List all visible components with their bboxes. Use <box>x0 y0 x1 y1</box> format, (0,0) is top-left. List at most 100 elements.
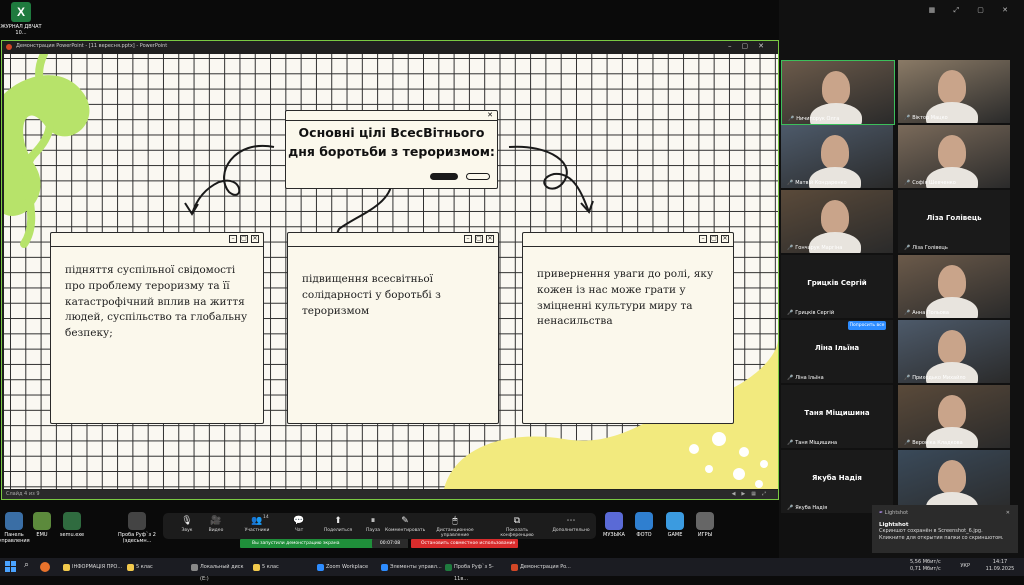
participant-face <box>938 460 966 494</box>
remote-control-icon: 🖱 <box>452 516 458 526</box>
participant-tile[interactable]: 🎤 Анна Польова <box>898 255 1010 318</box>
goal-card-text: підвищення всесвітньої солідарності у бо… <box>302 273 441 317</box>
participant-video <box>898 320 1010 383</box>
excel-shortcut[interactable]: X ЖУРНАЛ ДВЧАТ 10... <box>0 2 42 36</box>
shortcut-icon <box>635 512 653 530</box>
participant-video <box>898 125 1010 188</box>
taskbar-window-button[interactable]: Демонстрация Po... <box>510 561 572 573</box>
shortcut-label: ИГРЫ <box>697 532 713 538</box>
show-captions-button[interactable]: ⧉ Показать конференцию <box>497 516 537 538</box>
participant-tile[interactable]: 🎤 Приходько Михайло <box>898 320 1010 383</box>
mic-muted-icon: 🎤 <box>787 310 794 316</box>
taskbar: ⌕ ІНФОРМАЦІЯ ПРО... 5 клас Локальный диск … <box>0 558 1024 582</box>
participant-name-label: Анна Польова <box>912 310 949 316</box>
participants-button[interactable]: 👥 14 Участники <box>237 515 277 533</box>
mic-muted-icon: 🎤 <box>787 505 794 511</box>
lightshot-notification[interactable]: ✒ Lightshot ✕ Lightshot Скриншот сохранён… <box>872 505 1018 553</box>
more-button[interactable]: ⋯ Дополнительно <box>551 516 591 533</box>
shortcut-icon <box>605 512 623 530</box>
participant-display-name: Таня Міщишина <box>804 409 870 417</box>
taskbar-window-button[interactable]: Проба Руф`з 5-11в... <box>444 561 506 582</box>
close-icon[interactable]: ✕ <box>1006 510 1010 517</box>
toolbar-label: Чат <box>294 528 304 533</box>
participant-video <box>781 190 893 253</box>
participant-name: 🎤 Ничипорук Олга <box>788 116 839 122</box>
participant-face <box>938 70 966 104</box>
share-timer: 00:07:08 <box>372 539 408 548</box>
participant-tile[interactable]: 🎤 Вероніка Кладкова <box>898 385 1010 448</box>
arrow-right <box>508 145 590 213</box>
participant-tile[interactable]: 🎤 Матвій Кондаренко <box>781 125 893 188</box>
participant-tile[interactable]: Якуба Надія 🎤 Якуба Надія <box>781 450 893 513</box>
participant-face <box>938 265 966 299</box>
taskbar-window-button[interactable]: Zoom Workplace <box>316 561 378 573</box>
excel-icon: X <box>11 2 31 22</box>
window-title: Демонстрация PowerPoint - [11 вересня.pp… <box>16 43 168 49</box>
participant-tile[interactable]: 🎤 Ничипорук Олга <box>781 60 895 125</box>
taskbar-window-button[interactable]: 5 клас <box>252 561 314 573</box>
ask-all-button[interactable]: Попросить все <box>848 321 886 330</box>
chat-button[interactable]: 💬 Чат <box>279 516 319 533</box>
goal-card-1: – ▢ ✕ підняття суспільної свідомості про п… <box>50 232 264 424</box>
participant-tile[interactable]: 🎤 Софія Шевченко <box>898 125 1010 188</box>
language-indicator[interactable]: УКР <box>960 563 970 570</box>
desktop-shortcut[interactable]: ИГРЫ <box>685 512 725 538</box>
desktop-shortcut[interactable]: Проба Руф`з 2 (эдесьмн... <box>117 512 157 544</box>
zoom-share-toolbar: 🎙 Звук 🎥 Видео 👥 14 Участники 💬 Чат ⬆ Поделиться ⏸ П… <box>163 513 596 539</box>
stop-share-button[interactable]: Остановить совместное использование <box>411 539 518 548</box>
participant-face <box>938 330 966 364</box>
firefox-icon[interactable] <box>40 562 50 572</box>
participant-face <box>821 200 849 234</box>
dot <box>739 447 749 457</box>
shortcut-label: Проба Руф`з 2 (эдесьмн... <box>118 532 156 544</box>
participant-name-label: Вероніка Кладкова <box>912 440 963 446</box>
video-button[interactable]: 🎥 Видео <box>196 516 236 533</box>
share-button[interactable]: ⬆ Поделиться <box>318 516 358 533</box>
app-icon <box>63 564 70 571</box>
system-tray[interactable]: 5,56 Мбит/с 0,71 Мбит/с УКР 14:17 11.09.… <box>910 559 1020 573</box>
taskbar-window-label: 5 клас <box>136 564 153 570</box>
start-icon[interactable] <box>5 561 17 573</box>
participant-tile[interactable]: Грицків Сергій 🎤 Грицків Сергій <box>781 255 893 318</box>
participant-tile[interactable]: 🎤 Віктор Мацко <box>898 60 1010 123</box>
remote-control-button[interactable]: 🖱 Дистанционное управление <box>435 516 475 538</box>
desktop-shortcut[interactable]: semu.exe <box>52 512 92 538</box>
taskbar-window-button[interactable]: Локальный диск (E:) <box>190 561 252 582</box>
toast-line-2: Кликните для открытия папки со скриншото… <box>879 534 1004 541</box>
slideshow-nav-controls[interactable]: ◀▶▦⤢ <box>732 490 772 499</box>
mic-muted-icon: 🎤 <box>788 116 795 122</box>
taskbar-window-button[interactable]: ІНФОРМАЦІЯ ПРО... <box>62 561 124 573</box>
minimize-icon: – <box>229 235 237 243</box>
participant-video <box>782 61 894 124</box>
participant-tile[interactable]: Ліза Голівець 🎤 Ліза Голівець <box>898 190 1010 253</box>
goal-card-text: привернення уваги до ролі, яку кожен із … <box>537 268 714 328</box>
window-controls[interactable]: –▢✕ <box>728 41 774 52</box>
taskbar-window-label: Локальный диск (E:) <box>200 564 244 582</box>
maximize-icon: ▢ <box>475 235 483 243</box>
window-title-bar[interactable]: Демонстрация PowerPoint - [11 вересня.pp… <box>2 41 778 52</box>
zoom-gallery-panel: ▦ ⤢ ▢ ✕ 🎤 Ничипорук Олга 🎤 Віктор Мацко 🎤 Мат… <box>779 0 1024 558</box>
search-icon[interactable]: ⌕ <box>24 560 29 570</box>
dot <box>733 468 745 480</box>
taskbar-window-button[interactable]: 5 клас <box>126 561 188 573</box>
participant-tile[interactable] <box>898 450 1010 513</box>
participant-video <box>898 255 1010 318</box>
participant-face <box>938 135 966 169</box>
mic-muted-icon: 🎤 <box>904 310 911 316</box>
shortcut-icon <box>696 512 714 530</box>
participant-tile[interactable]: 🎤 Гончарук Маргіна <box>781 190 893 253</box>
participant-name: 🎤 Віктор Мацко <box>904 115 948 121</box>
toolbar-label: Поделиться <box>323 528 353 533</box>
annotate-button[interactable]: ✎ Комментировать <box>385 516 425 533</box>
goal-card-text: підняття суспільної свідомості про пробл… <box>65 264 248 340</box>
participant-name-label: Приходько Михайло <box>912 375 966 381</box>
participant-video <box>781 125 893 188</box>
dot <box>705 465 713 473</box>
participant-tile[interactable]: Таня Міщишина 🎤 Таня Міщишина <box>781 385 893 448</box>
toolbar-label: Показать конференцию <box>500 528 534 538</box>
mic-muted-icon: 🎤 <box>787 440 794 446</box>
taskbar-window-button[interactable]: Элементы управл... <box>380 561 442 573</box>
gallery-view-controls[interactable]: ▦ ⤢ ▢ ✕ <box>929 6 1016 15</box>
toolbar-label: Участники <box>244 528 270 533</box>
shortcut-icon <box>63 512 81 530</box>
